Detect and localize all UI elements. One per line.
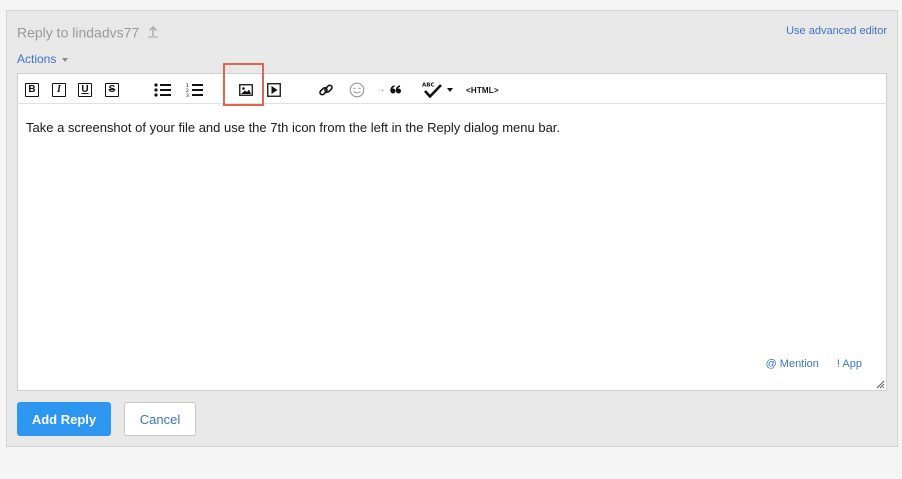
- bulleted-list-icon: [154, 83, 171, 97]
- actions-label: Actions: [17, 52, 57, 66]
- insert-link-button[interactable]: [318, 82, 334, 98]
- dot-icon: ·: [381, 84, 385, 96]
- bulleted-list-button[interactable]: [154, 82, 172, 98]
- spellcheck-label: ABC: [422, 83, 435, 89]
- underline-button[interactable]: U: [78, 82, 92, 98]
- use-advanced-editor-link[interactable]: Use advanced editor: [786, 25, 887, 37]
- reply-title: Reply to lindadvs77: [17, 24, 140, 41]
- emoji-button[interactable]: [349, 82, 365, 98]
- actions-dropdown[interactable]: Actions: [17, 52, 69, 66]
- svg-text:3: 3: [186, 93, 189, 97]
- video-icon: [267, 83, 281, 97]
- spellcheck-dropdown[interactable]: [446, 82, 454, 98]
- editor-toolbar: B I U S 1 2 3 · ABC <HTML>: [18, 63, 886, 106]
- reply-panel: Reply to lindadvs77 Use advanced editor …: [6, 10, 898, 447]
- italic-button[interactable]: I: [52, 82, 66, 98]
- smiley-icon: [349, 82, 365, 98]
- editor-footer-links: @ Mention ! App: [748, 358, 862, 370]
- app-link[interactable]: ! App: [837, 358, 862, 370]
- insert-video-button[interactable]: [267, 82, 281, 98]
- spellcheck-icon: ABC: [422, 83, 442, 99]
- chevron-down-icon: [62, 57, 69, 62]
- italic-icon: I: [52, 83, 66, 97]
- strikethrough-icon: S: [105, 83, 119, 97]
- reply-header: Reply to lindadvs77: [17, 23, 159, 40]
- cancel-button[interactable]: Cancel: [124, 402, 196, 436]
- numbered-list-icon: 1 2 3: [186, 83, 203, 97]
- html-button[interactable]: <HTML>: [466, 82, 499, 98]
- numbered-list-button[interactable]: 1 2 3: [186, 82, 204, 98]
- image-icon: [239, 84, 253, 96]
- arrow-up-icon[interactable]: [147, 26, 159, 38]
- add-reply-button[interactable]: Add Reply: [17, 402, 111, 436]
- editor-text[interactable]: Take a screenshot of your file and use t…: [26, 120, 560, 135]
- link-icon: [319, 84, 333, 96]
- separator-dot: ·: [381, 82, 384, 98]
- html-label: <HTML>: [466, 85, 499, 95]
- underline-icon: U: [78, 83, 92, 97]
- caret-down-icon: [447, 88, 453, 92]
- bold-button[interactable]: B: [25, 82, 39, 98]
- quote-icon: [390, 85, 401, 94]
- quote-button[interactable]: [390, 82, 402, 98]
- bold-icon: B: [25, 83, 39, 97]
- mention-link[interactable]: @ Mention: [766, 358, 819, 370]
- strikethrough-button[interactable]: S: [105, 82, 119, 98]
- spellcheck-button[interactable]: ABC: [420, 82, 444, 99]
- reply-editor[interactable]: B I U S 1 2 3 · ABC <HTML> Take a screen…: [17, 63, 887, 391]
- insert-image-button[interactable]: [239, 82, 253, 98]
- resize-handle-icon[interactable]: [875, 379, 885, 389]
